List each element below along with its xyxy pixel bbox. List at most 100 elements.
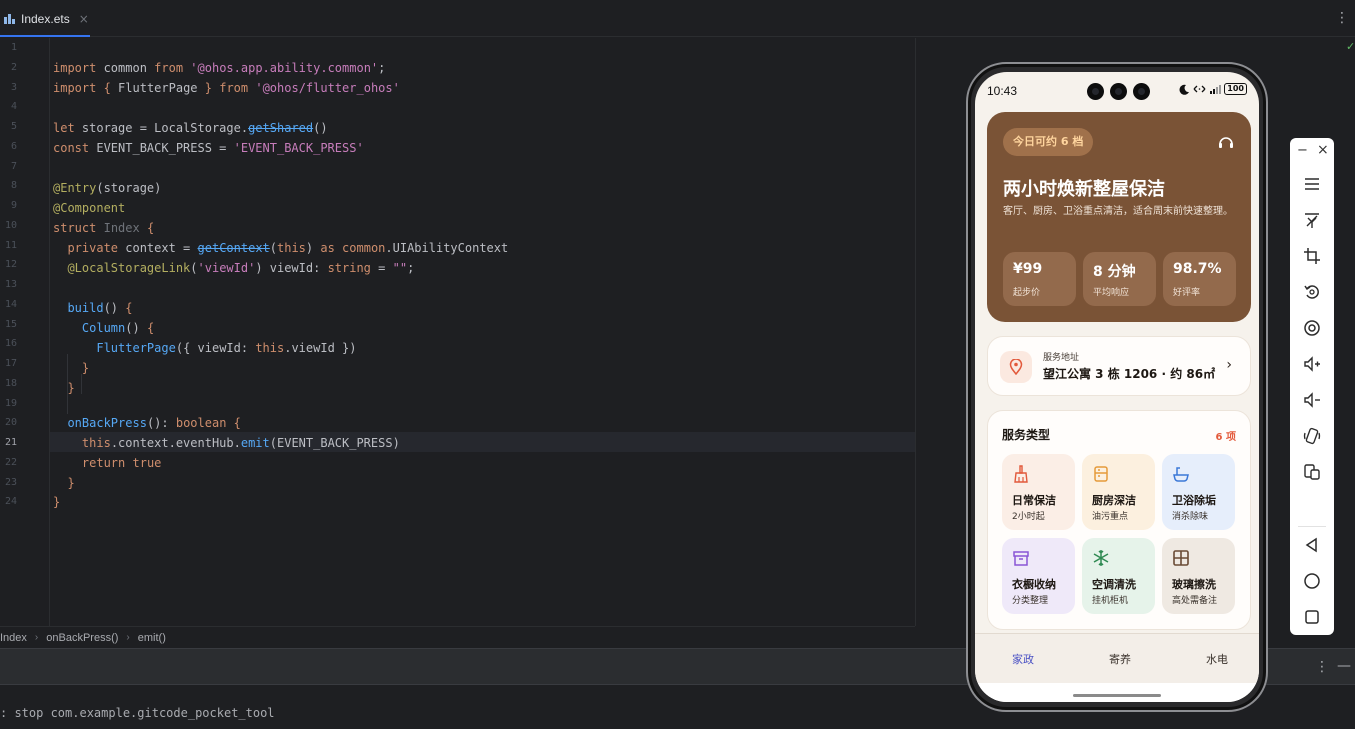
camera-icon bbox=[1087, 83, 1104, 100]
code-line: private context = getContext(this) as co… bbox=[67, 241, 509, 255]
nav-tab-plumbing-electric[interactable]: 水电 bbox=[1206, 651, 1228, 667]
service-desc: 分类整理 bbox=[1012, 596, 1049, 606]
line-number: 7 bbox=[10, 160, 17, 172]
address-value: 望江公寓 3 栋 1206 · 约 86㎡ bbox=[1043, 367, 1216, 381]
more-options-icon[interactable]: ⋮ bbox=[1315, 659, 1329, 675]
service-name: 卫浴除垢 bbox=[1172, 494, 1216, 507]
line-number: 5 bbox=[10, 121, 17, 132]
back-icon[interactable] bbox=[1303, 536, 1321, 554]
shake-icon[interactable] bbox=[1303, 427, 1321, 445]
breadcrumb-item[interactable]: emit() bbox=[138, 632, 166, 644]
crop-icon[interactable] bbox=[1303, 247, 1321, 265]
address-label: 服务地址 bbox=[1043, 353, 1080, 363]
record-icon[interactable] bbox=[1303, 319, 1321, 337]
service-tile[interactable]: 卫浴除垢 消杀除味 bbox=[1162, 454, 1235, 530]
code-line: return true bbox=[81, 456, 162, 470]
code-line: onBackPress(): boolean { bbox=[67, 416, 241, 430]
service-tile[interactable]: 玻璃擦洗 高处需备注 bbox=[1162, 538, 1235, 614]
chevron-right-icon: › bbox=[1226, 357, 1232, 373]
stat-label: 起步价 bbox=[1013, 288, 1041, 298]
service-name: 日常保洁 bbox=[1012, 494, 1056, 507]
stat-value: 8 分钟 bbox=[1093, 264, 1136, 280]
status-icons: 100 bbox=[1179, 83, 1247, 95]
service-desc: 油污重点 bbox=[1092, 512, 1129, 522]
inspection-ok-icon: ✓ bbox=[1346, 40, 1355, 53]
code-line: @Entry(storage) bbox=[53, 181, 162, 195]
service-tile[interactable]: 空调清洗 挂机柜机 bbox=[1082, 538, 1155, 614]
bottom-navigation: 家政 寄养 水电 bbox=[975, 633, 1259, 683]
battery-indicator: 100 bbox=[1224, 83, 1247, 95]
service-desc: 挂机柜机 bbox=[1092, 596, 1129, 606]
stat-label: 平均响应 bbox=[1093, 288, 1130, 298]
line-number: 23 bbox=[4, 476, 17, 488]
service-name: 玻璃擦洗 bbox=[1172, 578, 1216, 591]
hero-title: 两小时焕新整屋保洁 bbox=[1003, 179, 1165, 200]
tab-index-ets[interactable]: Index.ets × bbox=[0, 0, 95, 37]
stat-label: 好评率 bbox=[1173, 288, 1201, 298]
active-tab-indicator bbox=[0, 35, 90, 37]
line-number: 14 bbox=[4, 298, 17, 310]
menu-icon[interactable] bbox=[1303, 175, 1321, 193]
section-title: 服务类型 bbox=[1002, 428, 1051, 442]
service-tile[interactable]: 厨房深洁 油污重点 bbox=[1082, 454, 1155, 530]
line-number: 24 bbox=[4, 496, 17, 508]
line-number: 11 bbox=[4, 239, 17, 251]
camera-icon bbox=[1110, 83, 1127, 100]
status-time: 10:43 bbox=[987, 84, 1018, 98]
code-editor[interactable]: 1 2 3 4 5 6 7 8 9 10 11 12 13 14 15 16 17 18 19 20 21 22 23 24 … bbox=[0, 38, 915, 626]
customer-service-icon[interactable] bbox=[1217, 134, 1235, 152]
volume-up-icon[interactable] bbox=[1303, 355, 1321, 373]
device-frame: 10:43 100 今日可约 6 档 两小时焕新整屋保洁 客厅、厨房、卫浴重点清… bbox=[966, 62, 1268, 712]
snowflake-icon bbox=[1092, 549, 1110, 567]
volume-down-icon[interactable] bbox=[1303, 391, 1321, 409]
line-number: 4 bbox=[10, 101, 17, 113]
device-screen[interactable]: 10:43 100 今日可约 6 档 两小时焕新整屋保洁 客厅、厨房、卫浴重点清… bbox=[975, 72, 1259, 702]
code-line: @Component bbox=[53, 201, 126, 215]
data-transfer-icon bbox=[1193, 85, 1206, 93]
line-number: 10 bbox=[4, 219, 17, 231]
code-line: const EVENT_BACK_PRESS = 'EVENT_BACK_PRE… bbox=[53, 141, 364, 155]
signal-icon bbox=[1210, 85, 1222, 94]
multiscreen-icon[interactable] bbox=[1303, 463, 1321, 481]
line-number: 3 bbox=[10, 81, 17, 93]
fold-icon[interactable] bbox=[1303, 211, 1321, 229]
emulator-close-icon[interactable]: × bbox=[1317, 142, 1329, 158]
minimize-icon[interactable]: — bbox=[1337, 658, 1351, 674]
file-icon bbox=[4, 14, 15, 24]
emulator-minimize-icon[interactable]: − bbox=[1297, 143, 1308, 158]
divider bbox=[1298, 526, 1326, 527]
code-line: import { FlutterPage } from '@ohos/flutt… bbox=[53, 81, 400, 95]
nav-tab-pet-boarding[interactable]: 寄养 bbox=[1109, 651, 1131, 667]
code-line: } bbox=[67, 476, 75, 490]
line-number: 16 bbox=[4, 338, 17, 350]
rotate-icon[interactable] bbox=[1303, 283, 1321, 301]
service-name: 厨房深洁 bbox=[1092, 494, 1136, 507]
service-tile[interactable]: 日常保洁 2小时起 bbox=[1002, 454, 1075, 530]
service-tile[interactable]: 衣橱收纳 分类整理 bbox=[1002, 538, 1075, 614]
nav-tab-housekeeping[interactable]: 家政 bbox=[1012, 651, 1034, 667]
code-line: build() { bbox=[67, 301, 133, 315]
code-line: import common from '@ohos.app.ability.co… bbox=[53, 61, 386, 75]
breadcrumb-item[interactable]: Index bbox=[0, 632, 27, 644]
recents-icon[interactable] bbox=[1303, 608, 1321, 626]
home-indicator[interactable] bbox=[1073, 694, 1161, 697]
tab-close-icon[interactable]: × bbox=[79, 12, 89, 26]
emulator-toolbar: − × bbox=[1290, 138, 1334, 635]
code-line: FlutterPage({ viewId: this.viewId }) bbox=[96, 341, 357, 355]
service-address-card[interactable]: 服务地址 望江公寓 3 栋 1206 · 约 86㎡ › bbox=[987, 336, 1251, 396]
service-count-badge: 6 项 bbox=[1215, 432, 1236, 443]
line-number: 9 bbox=[10, 200, 17, 211]
code-line: Column() { bbox=[81, 321, 155, 335]
stat-value: 98.7% bbox=[1173, 261, 1222, 277]
service-desc: 消杀除味 bbox=[1172, 512, 1209, 522]
broom-icon bbox=[1012, 465, 1030, 483]
breadcrumb-item[interactable]: onBackPress() bbox=[46, 632, 118, 644]
line-number: 15 bbox=[4, 318, 17, 330]
window-icon bbox=[1172, 549, 1190, 567]
tab-more-icon[interactable]: ⋮ bbox=[1335, 10, 1349, 26]
hero-card[interactable]: 今日可约 6 档 两小时焕新整屋保洁 客厅、厨房、卫浴重点清洁，适合周末前快速整… bbox=[987, 112, 1251, 322]
line-number: 13 bbox=[4, 279, 17, 290]
service-desc: 高处需备注 bbox=[1172, 596, 1218, 606]
breadcrumb: Index › onBackPress() › emit() bbox=[0, 626, 915, 648]
home-icon[interactable] bbox=[1303, 572, 1321, 590]
